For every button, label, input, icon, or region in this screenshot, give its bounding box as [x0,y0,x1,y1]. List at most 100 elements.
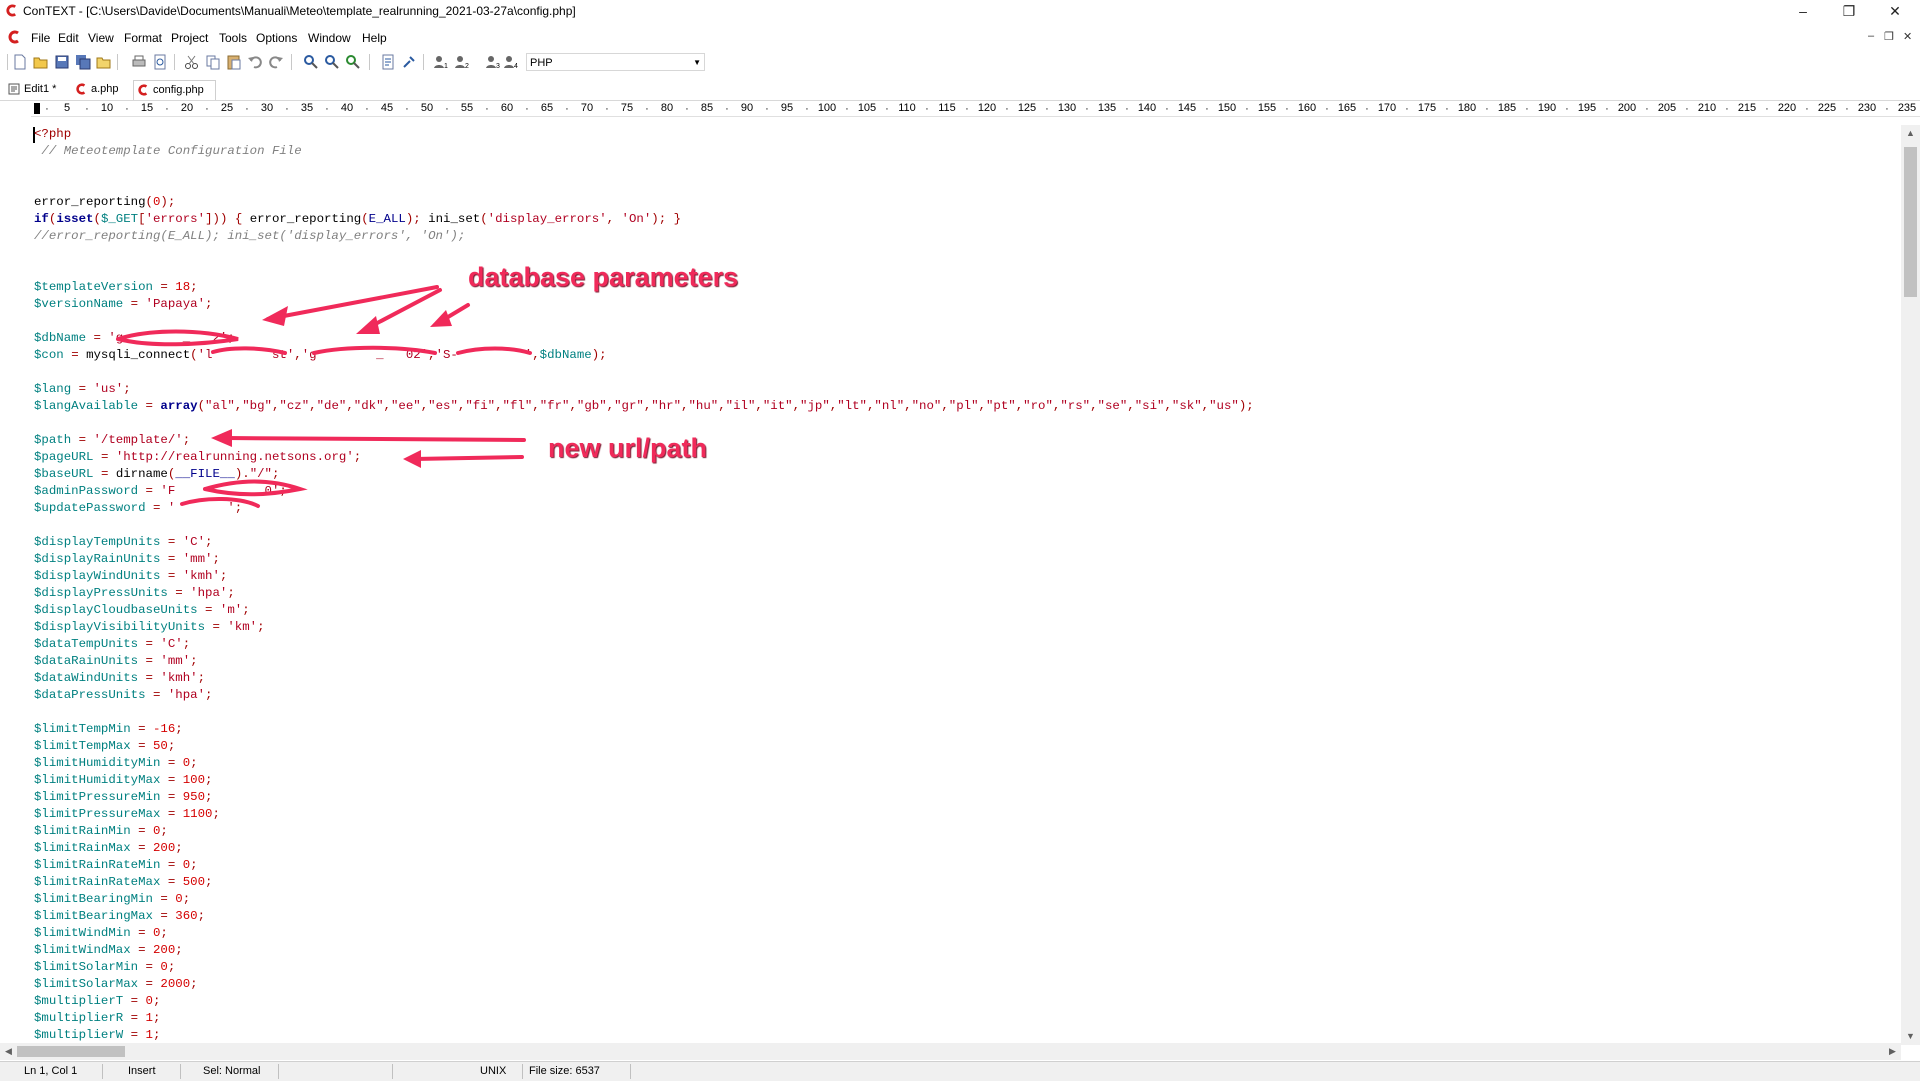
copy-icon[interactable] [204,53,222,71]
code-line[interactable]: $limitPressureMax = 1100; [34,807,220,821]
tools-icon[interactable] [400,53,418,71]
code-line[interactable]: <?php [34,127,71,141]
context-doc-icon[interactable] [7,30,21,44]
code-line[interactable]: $multiplierW = 1; [34,1028,160,1042]
code-line[interactable]: $con = mysqli_connect('l st','g _ 02','S… [34,348,607,362]
ruler-tick: · [205,103,209,115]
code-line[interactable]: $updatePassword = ' '; [34,501,242,515]
vertical-scrollbar[interactable]: ▲ ▼ [1901,125,1920,1045]
ruler-number: 195 [1577,102,1597,114]
print-preview-icon[interactable] [151,53,169,71]
new-file-icon[interactable] [11,53,29,71]
menu-options[interactable]: Options [256,31,297,45]
code-line[interactable]: $baseURL = dirname(__FILE__)."/"; [34,467,279,481]
code-line[interactable]: $pageURL = 'http://realrunning.netsons.o… [34,450,361,464]
mdi-restore-button[interactable]: ❐ [1884,30,1894,43]
code-line[interactable]: $limitWindMin = 0; [34,926,168,940]
code-line[interactable]: $displayVisibilityUnits = 'km'; [34,620,265,634]
cut-icon[interactable] [183,53,201,71]
menu-edit[interactable]: Edit [58,31,79,45]
code-line[interactable]: $dataPressUnits = 'hpa'; [34,688,212,702]
code-line[interactable]: $dataRainUnits = 'mm'; [34,654,198,668]
tab-edit1[interactable]: Edit1 * [8,80,66,99]
close-file-icon[interactable] [95,53,113,71]
tab-config-php[interactable]: config.php [133,80,216,100]
toolbar-separator [423,54,424,70]
scroll-right-icon[interactable]: ▶ [1884,1043,1901,1060]
undo-icon[interactable] [246,53,264,71]
code-line[interactable]: $multiplierT = 0; [34,994,160,1008]
language-select[interactable]: PHP ▼ [526,53,705,71]
code-line[interactable]: $limitHumidityMin = 0; [34,756,198,770]
menu-project[interactable]: Project [171,31,208,45]
code-line[interactable]: $limitPressureMin = 950; [34,790,212,804]
code-line[interactable]: $limitRainMin = 0; [34,824,168,838]
vertical-scroll-thumb[interactable] [1904,147,1917,297]
open-project-icon[interactable] [379,53,397,71]
code-line[interactable]: $templateVersion = 18; [34,280,198,294]
code-line[interactable]: $limitRainMax = 200; [34,841,183,855]
close-button[interactable]: ✕ [1872,0,1918,22]
code-line[interactable]: $limitTempMax = 50; [34,739,175,753]
save-all-icon[interactable] [74,53,92,71]
code-line[interactable]: $versionName = 'Papaya'; [34,297,212,311]
code-line[interactable]: $lang = 'us'; [34,382,131,396]
code-line[interactable]: $displayWindUnits = 'kmh'; [34,569,227,583]
code-line[interactable]: //error_reporting(E_ALL); ini_set('displ… [34,229,465,243]
code-line[interactable]: error_reporting(0); [34,195,175,209]
redo-icon[interactable] [267,53,285,71]
user-command-3-icon[interactable]: 3 [484,53,502,71]
menu-format[interactable]: Format [124,31,162,45]
code-line[interactable]: if(isset($_GET['errors'])) { error_repor… [34,212,681,226]
tab-a-php[interactable]: a.php [75,80,127,99]
code-line[interactable]: $adminPassword = 'F 0'; [34,484,287,498]
code-line[interactable]: $limitTempMin = -16; [34,722,183,736]
code-line[interactable]: $limitHumidityMax = 100; [34,773,212,787]
paste-icon[interactable] [225,53,243,71]
code-line[interactable]: // Meteotemplate Configuration File [34,144,301,158]
scroll-up-icon[interactable]: ▲ [1901,125,1920,142]
menu-file[interactable]: File [31,31,50,45]
menu-view[interactable]: View [88,31,114,45]
save-icon[interactable] [53,53,71,71]
minimize-button[interactable]: – [1780,0,1826,22]
maximize-button[interactable]: ❐ [1826,0,1872,22]
code-line[interactable]: $multiplierR = 1; [34,1011,160,1025]
chevron-down-icon[interactable]: ▼ [693,54,701,72]
mdi-minimize-button[interactable]: – [1868,30,1874,42]
find-icon[interactable] [302,53,320,71]
code-line[interactable]: $limitRainRateMin = 0; [34,858,198,872]
scroll-left-icon[interactable]: ◀ [0,1043,17,1060]
menu-window[interactable]: Window [308,31,351,45]
user-command-4-icon[interactable]: 4 [502,53,520,71]
code-line[interactable]: $limitSolarMin = 0; [34,960,175,974]
tab-label: config.php [153,84,204,96]
code-line[interactable]: $limitBearingMax = 360; [34,909,205,923]
open-folder-icon[interactable] [32,53,50,71]
scroll-down-icon[interactable]: ▼ [1901,1028,1920,1045]
menu-tools[interactable]: Tools [219,31,247,45]
code-line[interactable]: $displayPressUnits = 'hpa'; [34,586,235,600]
code-line[interactable]: $limitSolarMax = 2000; [34,977,198,991]
mdi-close-button[interactable]: ✕ [1903,30,1912,43]
horizontal-scrollbar[interactable]: ◀ ▶ [0,1043,1901,1060]
print-icon[interactable] [130,53,148,71]
menu-help[interactable]: Help [362,31,387,45]
code-line[interactable]: $limitBearingMin = 0; [34,892,190,906]
horizontal-scroll-thumb[interactable] [17,1046,125,1057]
code-line[interactable]: $path = '/template/'; [34,433,190,447]
code-line[interactable]: $langAvailable = array("al","bg","cz","d… [34,399,1254,413]
code-line[interactable]: $dbName = 'g _ 2'; [34,331,235,345]
code-line[interactable]: $dataWindUnits = 'kmh'; [34,671,205,685]
user-command-1-icon[interactable]: 1 [432,53,450,71]
code-line[interactable]: $displayRainUnits = 'mm'; [34,552,220,566]
user-command-2-icon[interactable]: 2 [453,53,471,71]
code-editor[interactable]: <?php // Meteotemplate Configuration Fil… [0,117,1901,1042]
code-line[interactable]: $displayCloudbaseUnits = 'm'; [34,603,250,617]
code-line[interactable]: $limitRainRateMax = 500; [34,875,212,889]
code-line[interactable]: $dataTempUnits = 'C'; [34,637,190,651]
replace-icon[interactable] [344,53,362,71]
code-line[interactable]: $limitWindMax = 200; [34,943,183,957]
code-line[interactable]: $displayTempUnits = 'C'; [34,535,212,549]
find-next-icon[interactable] [323,53,341,71]
